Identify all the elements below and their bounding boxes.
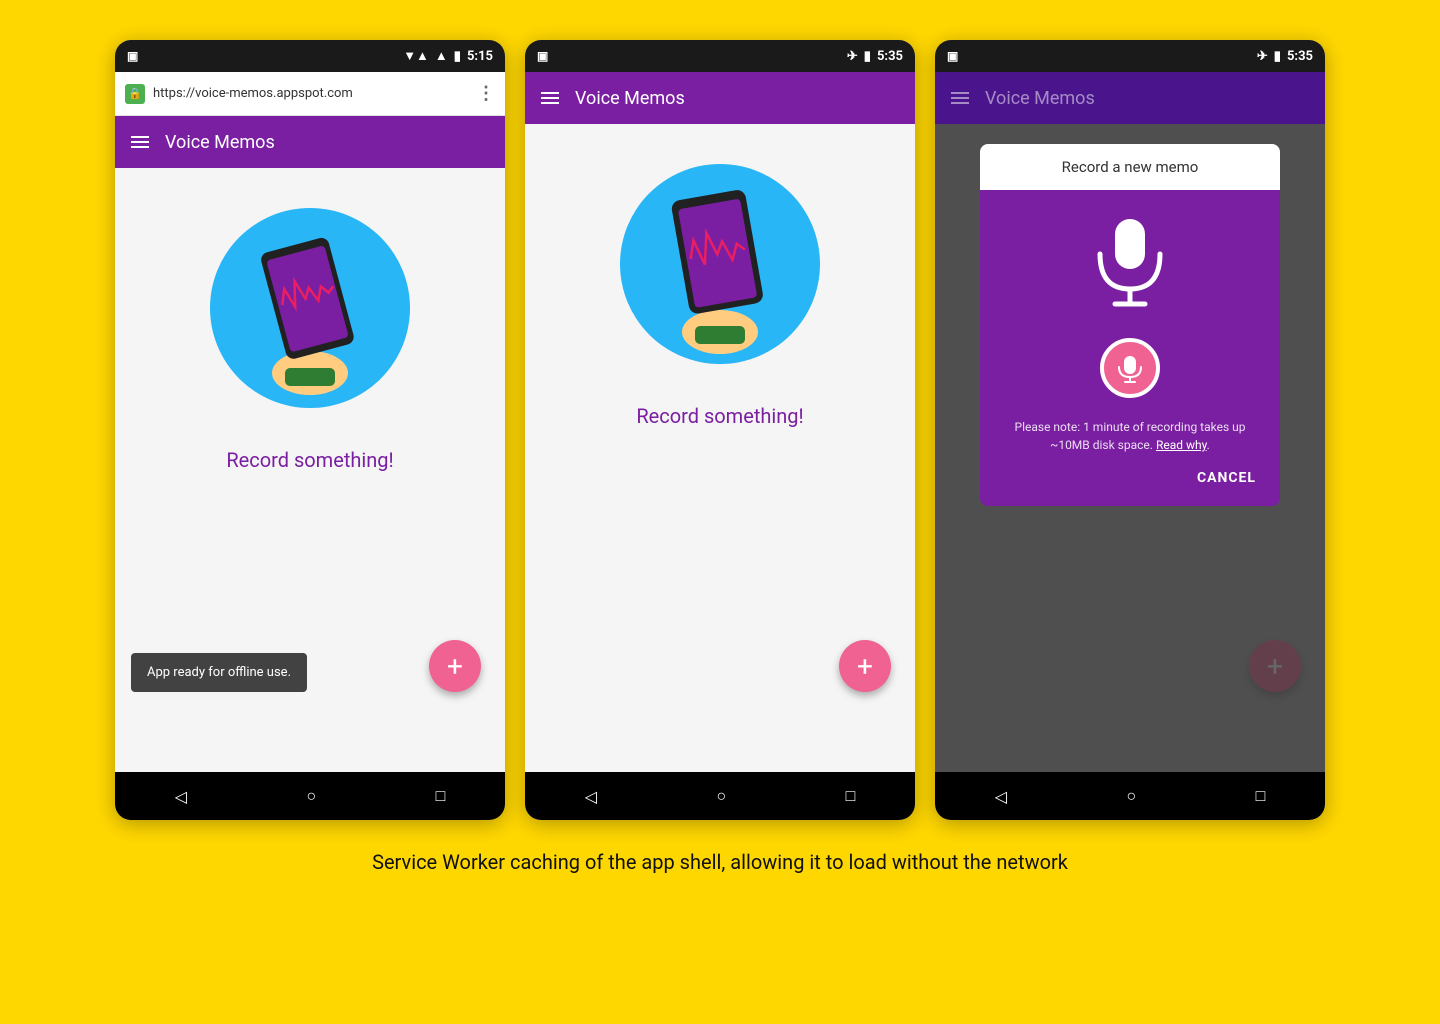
battery-icon-2: ▮ — [864, 49, 871, 64]
hamburger-menu-3[interactable] — [951, 92, 969, 104]
status-right-1: ▼▲ ▲ ▮ 5:15 — [403, 48, 493, 64]
recents-button-3[interactable]: □ — [1256, 786, 1266, 806]
home-button-2[interactable]: ○ — [716, 786, 726, 806]
record-text-2: Record something! — [636, 404, 803, 428]
app-toolbar-2: Voice Memos — [525, 72, 915, 124]
recents-button-2[interactable]: □ — [846, 786, 856, 806]
mic-large-icon — [1090, 214, 1170, 318]
caption-text: Service Worker caching of the app shell,… — [372, 850, 1068, 874]
more-dots[interactable]: ⋮ — [477, 83, 495, 104]
time-2: 5:35 — [877, 49, 903, 64]
phone-1: ▣ ▼▲ ▲ ▮ 5:15 🔒 https://voice-memos.apps… — [115, 40, 505, 820]
dialog-note-text: Please note: 1 minute of recording takes… — [1015, 420, 1246, 452]
home-button-3[interactable]: ○ — [1126, 786, 1136, 806]
airplane-icon-3: ✈ — [1257, 49, 1268, 64]
time-1: 5:15 — [467, 49, 493, 64]
phone-illustration-svg-1 — [230, 218, 390, 398]
status-right-3: ✈ ▮ 5:35 — [1257, 49, 1313, 64]
fab-icon-1: + — [447, 650, 463, 683]
hamburger-menu-2[interactable] — [541, 92, 559, 104]
back-button-1[interactable]: ◁ — [175, 787, 187, 806]
phone-content-3: Record a new memo — [935, 124, 1325, 772]
mic-small-svg — [1115, 353, 1145, 383]
record-dialog: Record a new memo — [980, 144, 1280, 506]
dialog-note: Please note: 1 minute of recording takes… — [1000, 418, 1260, 454]
mic-svg — [1090, 214, 1170, 314]
back-button-3[interactable]: ◁ — [995, 787, 1007, 806]
fab-1[interactable]: + — [429, 640, 481, 692]
address-bar-1: 🔒 https://voice-memos.appspot.com ⋮ — [115, 72, 505, 116]
app-toolbar-3: Voice Memos — [935, 72, 1325, 124]
phone-content-1: Record something! App ready for offline … — [115, 168, 505, 772]
dialog-title: Record a new memo — [1062, 158, 1199, 176]
dialog-body: Please note: 1 minute of recording takes… — [980, 190, 1280, 506]
app-title-2: Voice Memos — [575, 88, 685, 109]
app-toolbar-1: Voice Memos — [115, 116, 505, 168]
status-left-1: ▣ — [127, 49, 138, 63]
signal-icon-1: ▲ — [435, 48, 448, 64]
snackbar-text-1: App ready for offline use. — [147, 665, 291, 680]
fab-2[interactable]: + — [839, 640, 891, 692]
sim-icon-3: ▣ — [947, 49, 958, 63]
recents-button-1[interactable]: □ — [436, 786, 446, 806]
status-left-3: ▣ — [947, 49, 958, 63]
status-left-2: ▣ — [537, 49, 548, 63]
status-bar-2: ▣ ✈ ▮ 5:35 — [525, 40, 915, 72]
record-text-1: Record something! — [226, 448, 393, 472]
app-title-3: Voice Memos — [985, 88, 1095, 109]
phones-container: ▣ ▼▲ ▲ ▮ 5:15 🔒 https://voice-memos.apps… — [70, 40, 1370, 820]
status-right-2: ✈ ▮ 5:35 — [847, 49, 903, 64]
sim-icon-2: ▣ — [537, 49, 548, 63]
battery-icon-1: ▮ — [454, 49, 461, 64]
back-button-2[interactable]: ◁ — [585, 787, 597, 806]
read-why-link[interactable]: Read why — [1156, 438, 1207, 452]
snackbar-1: App ready for offline use. — [131, 653, 307, 692]
phone-3: ▣ ✈ ▮ 5:35 Voice Memos Record a new memo — [935, 40, 1325, 820]
illustration-1 — [210, 208, 410, 408]
phone-content-2: Record something! + — [525, 124, 915, 772]
airplane-icon-2: ✈ — [847, 49, 858, 64]
dim-overlay: Record a new memo — [935, 124, 1325, 772]
cancel-button[interactable]: CANCEL — [1000, 470, 1260, 486]
app-title-1: Voice Memos — [165, 132, 275, 153]
android-nav-2: ◁ ○ □ — [525, 772, 915, 820]
battery-icon-3: ▮ — [1274, 49, 1281, 64]
fab-icon-2: + — [857, 650, 873, 683]
url-text: https://voice-memos.appspot.com — [153, 86, 469, 101]
status-bar-3: ▣ ✈ ▮ 5:35 — [935, 40, 1325, 72]
time-3: 5:35 — [1287, 49, 1313, 64]
dialog-header: Record a new memo — [980, 144, 1280, 190]
android-nav-3: ◁ ○ □ — [935, 772, 1325, 820]
phone-2: ▣ ✈ ▮ 5:35 Voice Memos — [525, 40, 915, 820]
illustration-2 — [620, 164, 820, 364]
sim-icon-1: ▣ — [127, 49, 138, 63]
home-button-1[interactable]: ○ — [306, 786, 316, 806]
wifi-icon-1: ▼▲ — [403, 48, 429, 64]
android-nav-1: ◁ ○ □ — [115, 772, 505, 820]
record-button[interactable] — [1100, 338, 1160, 398]
hamburger-menu-1[interactable] — [131, 136, 149, 148]
lock-icon: 🔒 — [125, 84, 145, 104]
status-bar-1: ▣ ▼▲ ▲ ▮ 5:15 — [115, 40, 505, 72]
phone-illustration-svg-2 — [640, 174, 800, 354]
